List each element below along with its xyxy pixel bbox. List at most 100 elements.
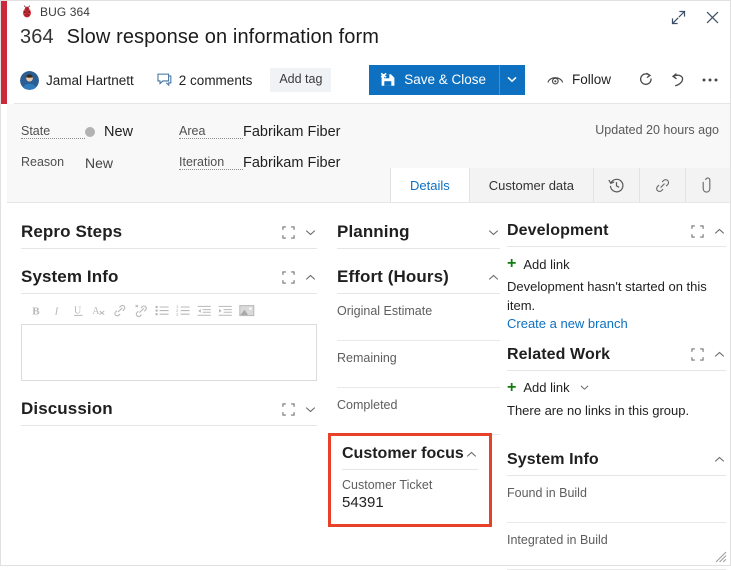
assigned-to[interactable]: Jamal Hartnett [20, 70, 134, 90]
work-item-title[interactable]: Slow response on information form [67, 26, 379, 49]
refresh-button[interactable] [633, 67, 659, 93]
planning-title: Planning [337, 222, 410, 241]
state-value-wrap: New [85, 124, 133, 140]
resize-grip-icon [715, 551, 727, 563]
resize-grip[interactable] [715, 550, 727, 563]
found-in-build-label: Found in Build [507, 485, 587, 500]
repro-steps-header[interactable]: Repro Steps [21, 204, 317, 248]
original-estimate-label: Original Estimate [337, 304, 433, 318]
remaining-value [337, 365, 500, 384]
related-work-add-link[interactable]: + Add link [507, 371, 726, 400]
expand-icon[interactable] [691, 348, 704, 361]
iteration-field-row[interactable]: Iteration Fabrikam Fiber [179, 147, 341, 178]
system-info-editor[interactable] [21, 324, 317, 381]
area-field-row[interactable]: Area Fabrikam Fiber [179, 116, 341, 147]
discussion-divider [21, 425, 317, 426]
repro-steps-controls [282, 225, 317, 239]
group-related-work: Related Work + Add link There are no lin… [507, 331, 726, 421]
system-info-controls [282, 270, 317, 284]
related-work-title: Related Work [507, 345, 611, 363]
discussion-title: Discussion [21, 399, 113, 418]
effort-header[interactable]: Effort (Hours) [337, 249, 500, 293]
chevron-up-icon[interactable] [487, 271, 500, 284]
system-info-header[interactable]: System Info [21, 249, 317, 293]
expand-icon[interactable] [282, 402, 295, 416]
decrease-indent-button[interactable] [195, 301, 214, 319]
expand-icon[interactable] [282, 270, 295, 284]
discussion-header[interactable]: Discussion [21, 381, 317, 425]
system-info-right-header[interactable]: System Info [507, 433, 726, 475]
insert-image-button[interactable] [237, 301, 256, 319]
planning-header[interactable]: Planning [337, 204, 500, 248]
completed-value [337, 412, 500, 431]
development-note: Development hasn't started on this item. [507, 279, 707, 313]
clear-format-icon: A [92, 306, 105, 317]
chevron-up-icon[interactable] [713, 225, 726, 238]
expand-icon[interactable] [691, 224, 704, 238]
increase-indent-icon [218, 305, 232, 316]
tab-customer-data[interactable]: Customer data [468, 168, 593, 202]
increase-indent-button[interactable] [216, 301, 235, 319]
bold-button[interactable]: B [27, 301, 46, 319]
remaining-field[interactable]: Remaining [337, 341, 500, 388]
reason-field-row[interactable]: Reason New [21, 147, 133, 178]
plus-icon: + [507, 255, 517, 272]
save-options-button[interactable] [498, 64, 525, 95]
integrated-in-build-field[interactable]: Integrated in Build [507, 523, 726, 570]
development-add-link-label: Add link [523, 256, 570, 272]
middle-column: Planning Effort (Hours) Original Estimat… [337, 204, 500, 435]
close-button[interactable] [703, 8, 721, 26]
customer-focus-header[interactable]: Customer focus [342, 445, 478, 463]
development-add-link[interactable]: + Add link [507, 247, 726, 276]
history-icon [608, 178, 624, 192]
customer-ticket-value[interactable]: 54391 [342, 492, 478, 511]
core-fields-col1: State New Reason New [21, 116, 133, 178]
follow-button[interactable]: Follow [547, 72, 611, 87]
refresh-icon [640, 72, 652, 85]
clear-format-button[interactable]: A [90, 301, 109, 319]
maximize-button[interactable] [669, 8, 687, 26]
integrated-in-build-value [507, 547, 726, 566]
tab-attachments[interactable] [685, 168, 731, 202]
tab-history[interactable] [593, 168, 639, 202]
tab-details[interactable]: Details [389, 168, 469, 202]
integrated-in-build-label: Integrated in Build [507, 532, 608, 547]
italic-button[interactable]: I [48, 301, 67, 319]
original-estimate-field[interactable]: Original Estimate [337, 294, 500, 341]
create-new-branch-link[interactable]: Create a new branch [507, 316, 726, 331]
remaining-label: Remaining [337, 351, 397, 365]
core-fields-col2: Area Fabrikam Fiber Iteration Fabrikam F… [179, 116, 341, 178]
chevron-down-icon[interactable] [304, 226, 317, 239]
left-column: Repro Steps System Info B I U A 1 2 3 Di… [21, 204, 317, 426]
completed-field[interactable]: Completed [337, 388, 500, 435]
add-tag-button[interactable]: Add tag [270, 68, 332, 92]
comments-link[interactable]: 2 comments [157, 72, 253, 88]
chevron-down-icon[interactable] [304, 403, 317, 416]
numbered-list-button[interactable]: 1 2 3 [174, 301, 193, 319]
save-and-close-button[interactable]: Save & Close [369, 64, 499, 95]
insert-link-button[interactable] [111, 301, 130, 319]
decrease-indent-icon [197, 305, 211, 316]
found-in-build-field[interactable]: Found in Build [507, 476, 726, 523]
revert-button[interactable] [665, 67, 691, 93]
tab-links[interactable] [639, 168, 685, 202]
chevron-down-icon[interactable] [579, 382, 590, 393]
more-actions-button[interactable] [697, 67, 723, 93]
expand-icon[interactable] [282, 225, 295, 239]
revert-icon [671, 72, 684, 86]
development-header[interactable]: Development [507, 204, 726, 246]
chevron-up-icon[interactable] [713, 453, 726, 466]
comments-count: 2 comments [178, 72, 253, 88]
bulleted-list-button[interactable] [153, 301, 172, 319]
underline-button[interactable]: U [69, 301, 88, 319]
chevron-down-icon[interactable] [487, 226, 500, 239]
chevron-up-icon[interactable] [713, 348, 726, 361]
state-field-row[interactable]: State New [21, 116, 133, 147]
chevron-up-icon[interactable] [304, 271, 317, 284]
related-work-header[interactable]: Related Work [507, 331, 726, 370]
work-item-type-color-strip [0, 0, 7, 104]
remove-link-button[interactable] [132, 301, 151, 319]
breadcrumb[interactable]: BUG 364 [20, 5, 90, 19]
chevron-up-icon[interactable] [465, 448, 478, 461]
more-icon [702, 78, 718, 81]
